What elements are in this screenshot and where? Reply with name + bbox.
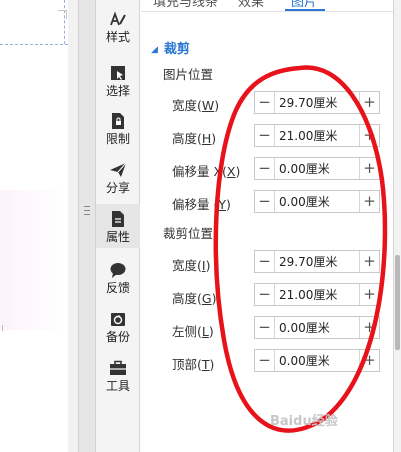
sidebar-item-label: 属性: [105, 230, 130, 244]
group-title-crop-position: 裁剪位置: [163, 226, 214, 241]
crop-height-stepper[interactable]: − +: [254, 283, 380, 306]
document-page[interactable]: [0, 0, 68, 452]
feedback-bubble-icon: [110, 263, 126, 278]
properties-doc-icon: [112, 211, 124, 227]
page-margin-guide: [64, 0, 65, 44]
scrollbar-thumb[interactable]: [395, 255, 400, 350]
decrement-button[interactable]: −: [255, 350, 275, 371]
crop-left-label: 左侧(L): [172, 324, 214, 339]
backup-icon: [111, 313, 125, 326]
crop-top-label: 顶部(T): [172, 357, 215, 372]
corner-mark: [58, 10, 67, 19]
style-pen-icon: [110, 11, 126, 26]
toolbox-icon: [110, 360, 126, 375]
sidebar-item-label: 备份: [105, 330, 130, 344]
tab-fill-and-line[interactable]: 填充与线条: [153, 0, 218, 10]
restrict-doc-icon: [112, 113, 124, 129]
decrement-button[interactable]: −: [255, 317, 275, 338]
increment-button[interactable]: +: [359, 125, 379, 146]
crop-section-header[interactable]: ◢ 裁剪: [151, 38, 190, 57]
picture-width-stepper[interactable]: − +: [254, 91, 380, 114]
properties-panel: 填充与线条 效果 图片 ◢ 裁剪 图片位置 宽度(W) − + 高度(H) − +…: [141, 0, 401, 452]
decrement-button[interactable]: −: [255, 284, 275, 305]
document-canvas[interactable]: [0, 0, 78, 452]
offset-y-input[interactable]: [276, 191, 358, 212]
sidebar-item-label: 反馈: [105, 281, 130, 295]
sidebar-item-select[interactable]: 选择: [96, 58, 140, 102]
decrement-button[interactable]: −: [255, 158, 275, 179]
pane-splitter[interactable]: [78, 0, 96, 452]
page-margin-guide: [0, 44, 68, 45]
height-label: 高度(H): [172, 131, 217, 146]
select-cursor-icon: [111, 66, 125, 80]
sidebar-item-label: 工具: [105, 379, 130, 393]
increment-button[interactable]: +: [359, 92, 379, 113]
panel-tabs: 填充与线条 效果 图片: [141, 0, 401, 12]
decrement-button[interactable]: −: [255, 251, 275, 272]
offset-x-input[interactable]: [276, 158, 358, 179]
offset-x-stepper[interactable]: − +: [254, 157, 380, 180]
sidebar-item-label: 选择: [105, 84, 130, 98]
watermark: Baidu经验: [270, 414, 338, 429]
sidebar-item-backup[interactable]: 备份: [96, 304, 140, 348]
decrement-button[interactable]: −: [255, 191, 275, 212]
sidebar-item-label: 限制: [105, 132, 130, 146]
picture-width-input[interactable]: [276, 92, 358, 113]
increment-button[interactable]: +: [359, 191, 379, 212]
side-toolbar: 样式 选择 限制 分享 属性 反馈 备份 工具: [96, 0, 140, 452]
splitter-grip-icon[interactable]: [84, 206, 90, 220]
crop-height-input[interactable]: [276, 284, 358, 305]
crop-left-stepper[interactable]: − +: [254, 316, 380, 339]
corner-mark: [2, 325, 6, 331]
crop-left-input[interactable]: [276, 317, 358, 338]
sidebar-item-share[interactable]: 分享: [96, 155, 140, 199]
tab-effects[interactable]: 效果: [238, 0, 264, 10]
active-tab-indicator: [285, 9, 325, 11]
crop-top-stepper[interactable]: − +: [254, 349, 380, 372]
increment-button[interactable]: +: [359, 350, 379, 371]
sidebar-item-feedback[interactable]: 反馈: [96, 255, 140, 299]
sidebar-item-style[interactable]: 样式: [96, 4, 140, 48]
crop-width-stepper[interactable]: − +: [254, 250, 380, 273]
sidebar-item-properties[interactable]: 属性: [96, 204, 140, 248]
sidebar-item-label: 样式: [105, 30, 130, 44]
right-pane-edge: [393, 0, 401, 452]
offset-y-stepper[interactable]: − +: [254, 190, 380, 213]
offset-x-label: 偏移量 X(X): [172, 164, 241, 179]
share-plane-icon: [110, 162, 127, 177]
page-image-area: [0, 190, 68, 330]
crop-width-input[interactable]: [276, 251, 358, 272]
increment-button[interactable]: +: [359, 317, 379, 338]
offset-y-label: 偏移量 (Y): [172, 197, 231, 212]
group-title-picture-position: 图片位置: [163, 67, 214, 82]
increment-button[interactable]: +: [359, 158, 379, 179]
width-label: 宽度(W): [172, 98, 220, 113]
sidebar-item-tools[interactable]: 工具: [96, 353, 140, 397]
decrement-button[interactable]: −: [255, 125, 275, 146]
increment-button[interactable]: +: [359, 284, 379, 305]
crop-top-input[interactable]: [276, 350, 358, 371]
picture-height-input[interactable]: [276, 125, 358, 146]
crop-height-label: 高度(G): [172, 291, 217, 306]
sidebar-item-restrict[interactable]: 限制: [96, 106, 140, 150]
collapse-triangle-icon[interactable]: ◢: [151, 45, 158, 55]
decrement-button[interactable]: −: [255, 92, 275, 113]
picture-height-stepper[interactable]: − +: [254, 124, 380, 147]
section-title: 裁剪: [163, 42, 190, 57]
sidebar-item-label: 分享: [105, 181, 130, 195]
crop-width-label: 宽度(I): [172, 258, 211, 273]
increment-button[interactable]: +: [359, 251, 379, 272]
